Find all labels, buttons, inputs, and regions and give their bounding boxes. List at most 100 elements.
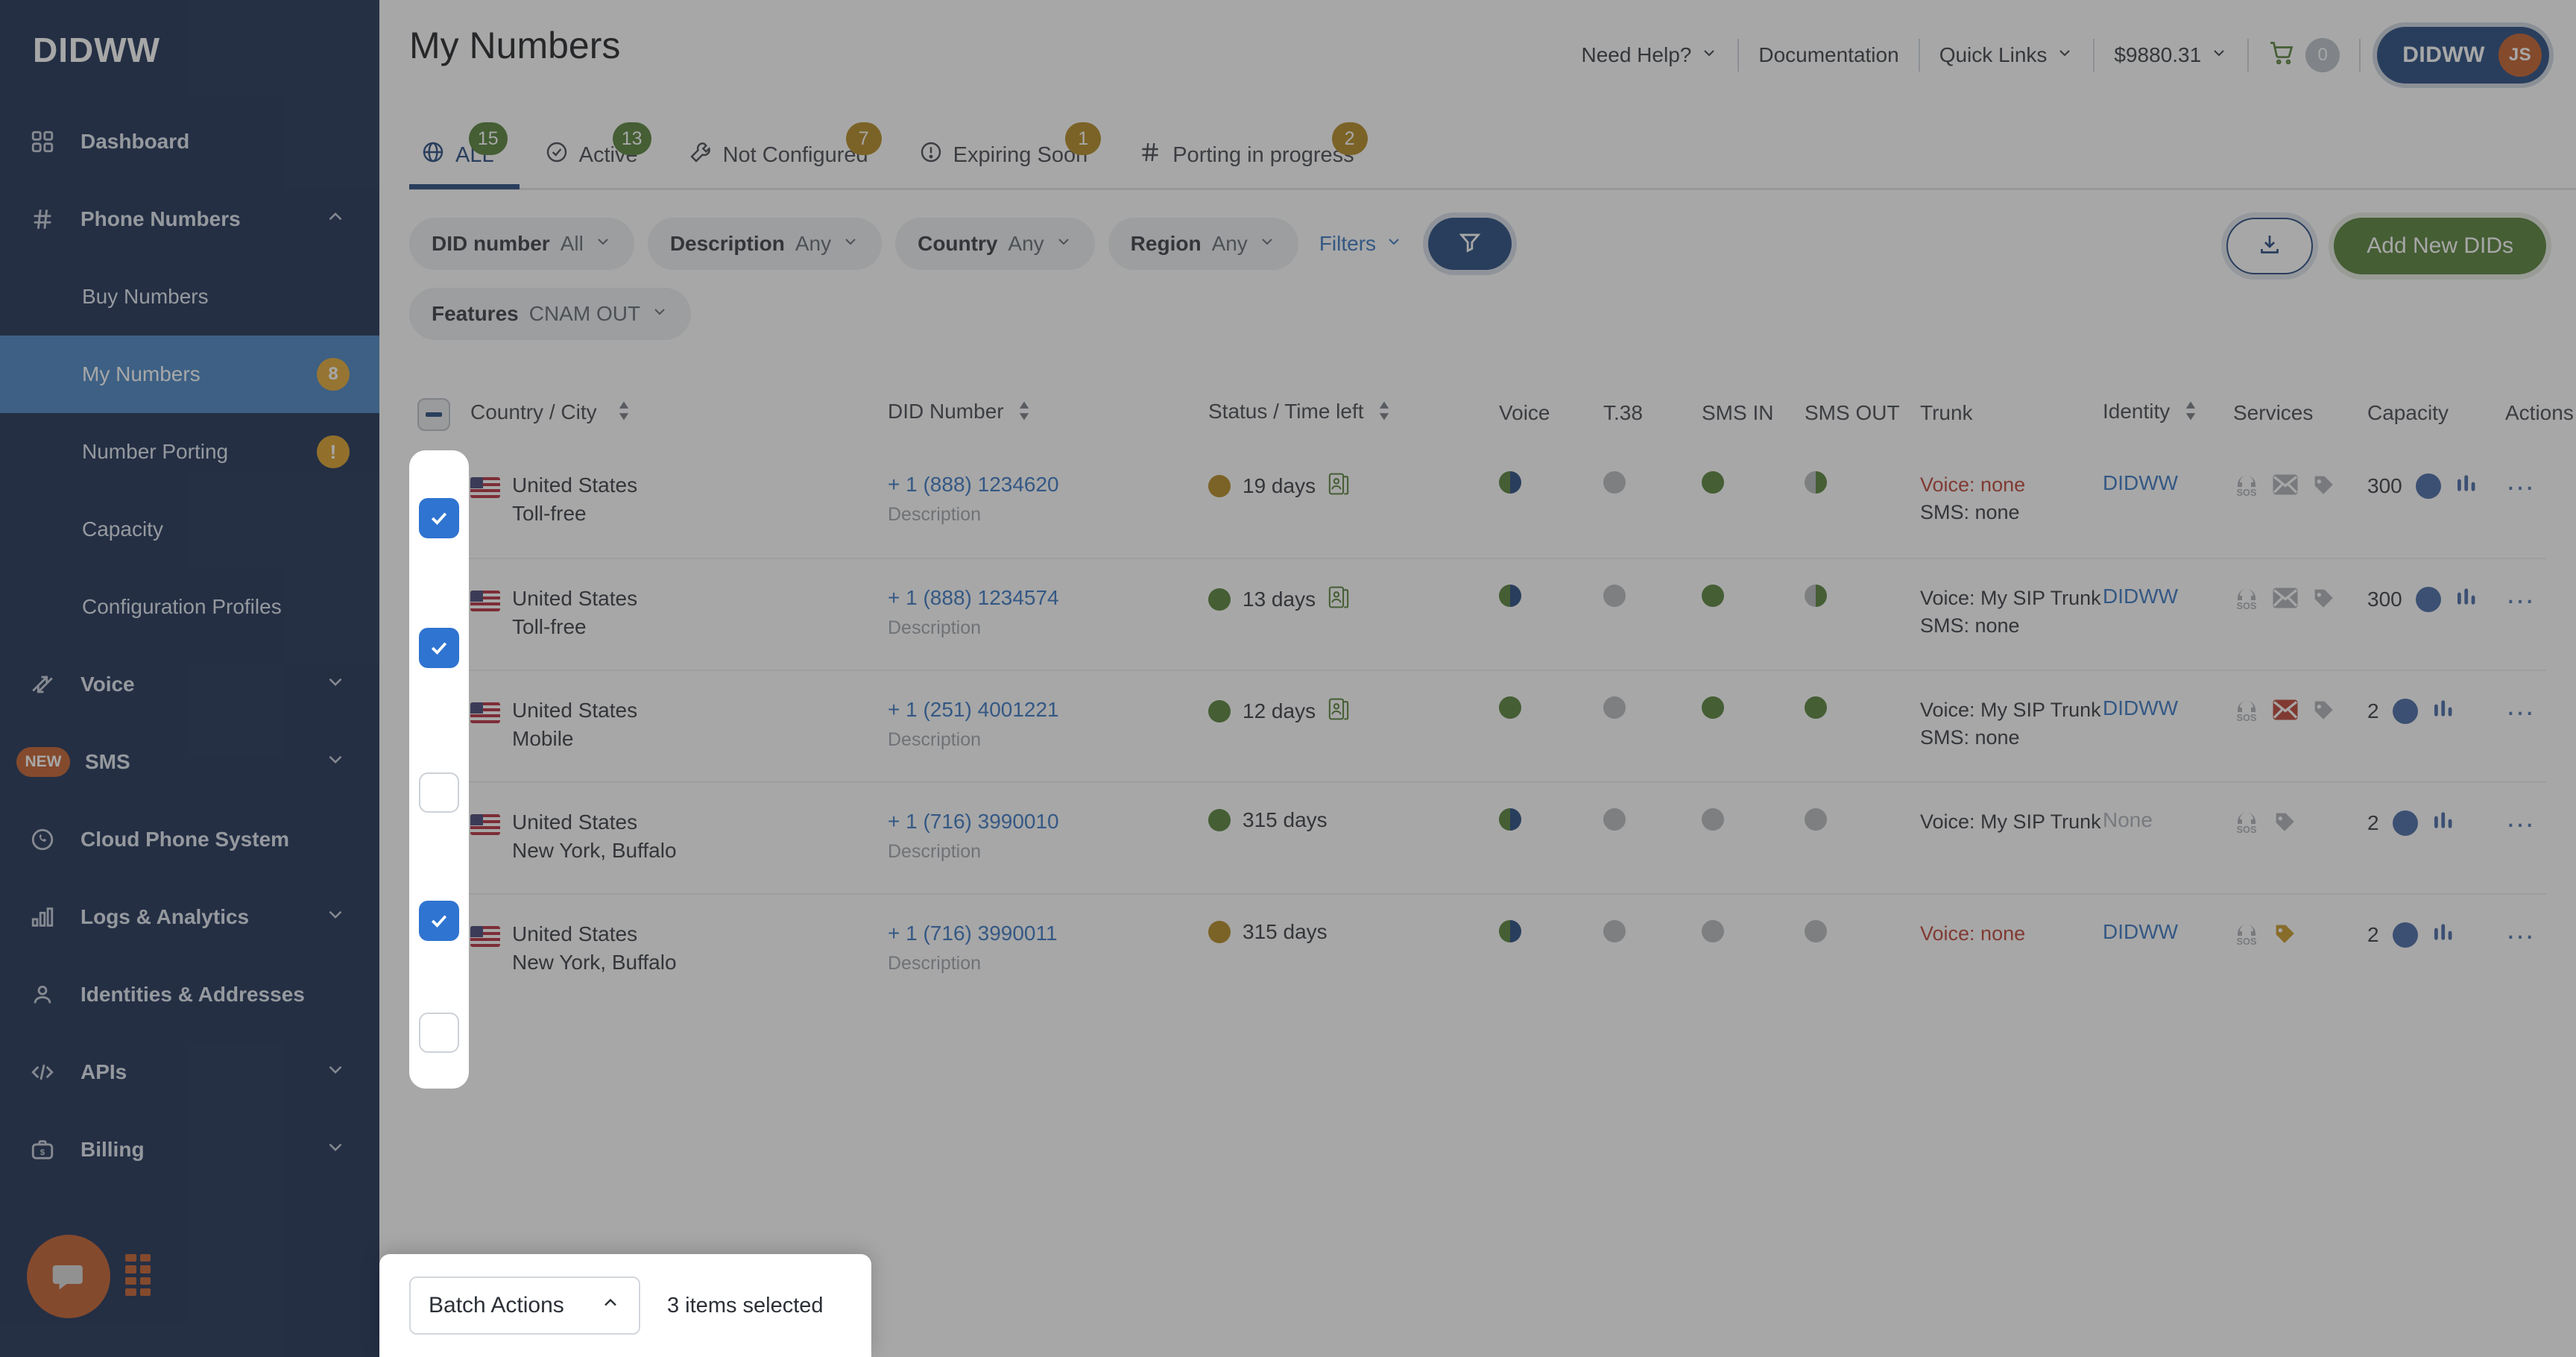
row-checkbox-5[interactable] bbox=[419, 1013, 459, 1053]
row-checkbox-1[interactable] bbox=[419, 498, 459, 538]
tab-all[interactable]: ALL 15 bbox=[409, 122, 520, 189]
drag-handle[interactable] bbox=[125, 1254, 151, 1296]
table-row[interactable]: United States Toll-free + 1 (888) 1234574 D… bbox=[409, 558, 2546, 670]
sos-icon[interactable]: SOS bbox=[2233, 920, 2260, 951]
sos-icon[interactable]: SOS bbox=[2233, 471, 2260, 502]
capacity-chart-icon[interactable] bbox=[2431, 920, 2455, 949]
identity-value[interactable]: DIDWW bbox=[2103, 471, 2178, 494]
identity-value[interactable]: DIDWW bbox=[2103, 920, 2178, 943]
filter-features[interactable]: Features CNAM OUT bbox=[409, 288, 692, 340]
trunk-voice: Voice: My SIP Trunk bbox=[1920, 587, 2101, 609]
sos-icon[interactable]: SOS bbox=[2233, 696, 2260, 727]
country-city-cell: United States New York, Buffalo bbox=[470, 808, 888, 864]
table-row[interactable]: United States Mobile + 1 (251) 4001221 Desc… bbox=[409, 670, 2546, 781]
sidebar-item-capacity[interactable]: Capacity bbox=[0, 491, 379, 568]
capacity-chart-icon[interactable] bbox=[2431, 696, 2455, 725]
filter-did-number[interactable]: DID number All bbox=[409, 218, 634, 270]
capacity-cell: 2 bbox=[2367, 808, 2505, 837]
filter-description[interactable]: Description Any bbox=[647, 218, 883, 270]
row-actions-cell[interactable]: … bbox=[2505, 579, 2576, 608]
row-checkbox-2[interactable] bbox=[419, 628, 459, 668]
sidebar-item-phone-numbers[interactable]: Phone Numbers bbox=[0, 180, 379, 258]
more-actions-icon[interactable]: … bbox=[2505, 464, 2538, 497]
voice-status-cell bbox=[1499, 471, 1603, 494]
identity-value[interactable]: DIDWW bbox=[2103, 696, 2178, 720]
did-number-link[interactable]: + 1 (888) 1234620 bbox=[888, 471, 1208, 498]
need-help-menu[interactable]: Need Help? bbox=[1562, 43, 1737, 67]
select-all-checkbox[interactable] bbox=[417, 398, 450, 431]
sidebar-item-cloud-phone-system[interactable]: Cloud Phone System bbox=[0, 801, 379, 878]
tag-icon[interactable] bbox=[2311, 472, 2336, 501]
header-status-time-left[interactable]: Status / Time left bbox=[1208, 400, 1499, 426]
did-number-link[interactable]: + 1 (251) 4001221 bbox=[888, 696, 1208, 723]
sidebar-item-configuration-profiles[interactable]: Configuration Profiles bbox=[0, 568, 379, 646]
batch-actions-select[interactable]: Batch Actions bbox=[409, 1276, 640, 1335]
row-checkbox-3[interactable] bbox=[419, 772, 459, 813]
capacity-chart-icon[interactable] bbox=[2455, 585, 2478, 614]
tab-active[interactable]: Active 13 bbox=[520, 122, 663, 189]
account-menu[interactable]: DIDWW JS bbox=[2377, 27, 2549, 84]
quick-links-menu[interactable]: Quick Links bbox=[1920, 43, 2094, 67]
envelope-icon[interactable] bbox=[2272, 473, 2299, 500]
did-number-link[interactable]: + 1 (716) 3990010 bbox=[888, 808, 1208, 835]
did-number-link[interactable]: + 1 (888) 1234574 bbox=[888, 585, 1208, 611]
add-new-dids-button[interactable]: Add New DIDs bbox=[2334, 218, 2546, 274]
sidebar-item-billing[interactable]: $ Billing bbox=[0, 1111, 379, 1188]
row-actions-cell[interactable]: … bbox=[2505, 914, 2576, 944]
more-actions-icon[interactable]: … bbox=[2505, 689, 2538, 722]
sidebar-item-logs-analytics[interactable]: Logs & Analytics bbox=[0, 878, 379, 956]
status-tabs: ALL 15 Active 13 Not Configured 7 Expiri… bbox=[409, 104, 2576, 189]
tag-icon[interactable] bbox=[2311, 697, 2336, 726]
tag-icon[interactable] bbox=[2311, 585, 2336, 614]
tab-expiring-soon[interactable]: Expiring Soon 1 bbox=[894, 122, 1114, 189]
more-actions-icon[interactable]: … bbox=[2505, 913, 2538, 945]
chat-widget-button[interactable] bbox=[27, 1235, 110, 1318]
cart-button[interactable]: 0 bbox=[2249, 38, 2359, 72]
filter-country[interactable]: Country Any bbox=[895, 218, 1095, 270]
table-row[interactable]: United States New York, Buffalo + 1 (716) … bbox=[409, 893, 2546, 1005]
capacity-cell: 2 bbox=[2367, 920, 2505, 949]
header-country-city[interactable]: Country / City bbox=[470, 400, 888, 426]
balance-menu[interactable]: $9880.31 bbox=[2094, 43, 2247, 67]
header-identity[interactable]: Identity bbox=[2103, 400, 2233, 426]
sidebar-item-number-porting[interactable]: Number Porting ! bbox=[0, 413, 379, 491]
sidebar-item-sms[interactable]: NEW SMS bbox=[0, 723, 379, 801]
filters-dropdown[interactable]: Filters bbox=[1319, 232, 1403, 256]
identity-value[interactable]: DIDWW bbox=[2103, 585, 2178, 608]
sidebar-item-my-numbers[interactable]: My Numbers 8 bbox=[0, 336, 379, 413]
tag-icon[interactable] bbox=[2272, 921, 2297, 950]
more-actions-icon[interactable]: … bbox=[2505, 577, 2538, 610]
sidebar-item-dashboard[interactable]: Dashboard bbox=[0, 103, 379, 180]
sidebar-item-voice[interactable]: Voice bbox=[0, 646, 379, 723]
filter-region[interactable]: Region Any bbox=[1108, 218, 1298, 270]
tag-icon[interactable] bbox=[2272, 809, 2297, 838]
t38-status-cell bbox=[1603, 920, 1702, 942]
envelope-icon[interactable] bbox=[2272, 586, 2299, 614]
sidebar-item-buy-numbers[interactable]: Buy Numbers bbox=[0, 258, 379, 336]
sidebar-item-apis[interactable]: APIs bbox=[0, 1033, 379, 1111]
tab-not-configured[interactable]: Not Configured 7 bbox=[663, 122, 894, 189]
sidebar-item-identities-addresses[interactable]: Identities & Addresses bbox=[0, 956, 379, 1033]
apply-filter-button[interactable] bbox=[1428, 218, 1512, 270]
table-row[interactable]: United States Toll-free + 1 (888) 1234620 D… bbox=[409, 446, 2546, 558]
envelope-icon[interactable] bbox=[2272, 698, 2299, 725]
row-actions-cell[interactable]: … bbox=[2505, 465, 2576, 495]
tab-porting-in-progress[interactable]: Porting in progress 2 bbox=[1113, 122, 1379, 189]
header-did-number[interactable]: DID Number bbox=[888, 400, 1208, 426]
filter-label: Description bbox=[669, 232, 785, 255]
download-button[interactable] bbox=[2226, 218, 2314, 274]
my-numbers-badge: 8 bbox=[317, 358, 350, 391]
sos-icon[interactable]: SOS bbox=[2233, 808, 2260, 839]
capacity-chart-icon[interactable] bbox=[2455, 471, 2478, 500]
did-number-link[interactable]: + 1 (716) 3990011 bbox=[888, 920, 1208, 947]
capacity-chart-icon[interactable] bbox=[2431, 808, 2455, 837]
more-actions-icon[interactable]: … bbox=[2505, 801, 2538, 834]
status-dot bbox=[1499, 585, 1521, 607]
sidebar-item-label: Dashboard bbox=[80, 130, 190, 153]
sos-icon[interactable]: SOS bbox=[2233, 585, 2260, 615]
documentation-link[interactable]: Documentation bbox=[1739, 43, 1918, 67]
table-row[interactable]: United States New York, Buffalo + 1 (716) … bbox=[409, 781, 2546, 893]
row-actions-cell[interactable]: … bbox=[2505, 802, 2576, 832]
row-checkbox-4[interactable] bbox=[419, 901, 459, 941]
row-actions-cell[interactable]: … bbox=[2505, 690, 2576, 720]
